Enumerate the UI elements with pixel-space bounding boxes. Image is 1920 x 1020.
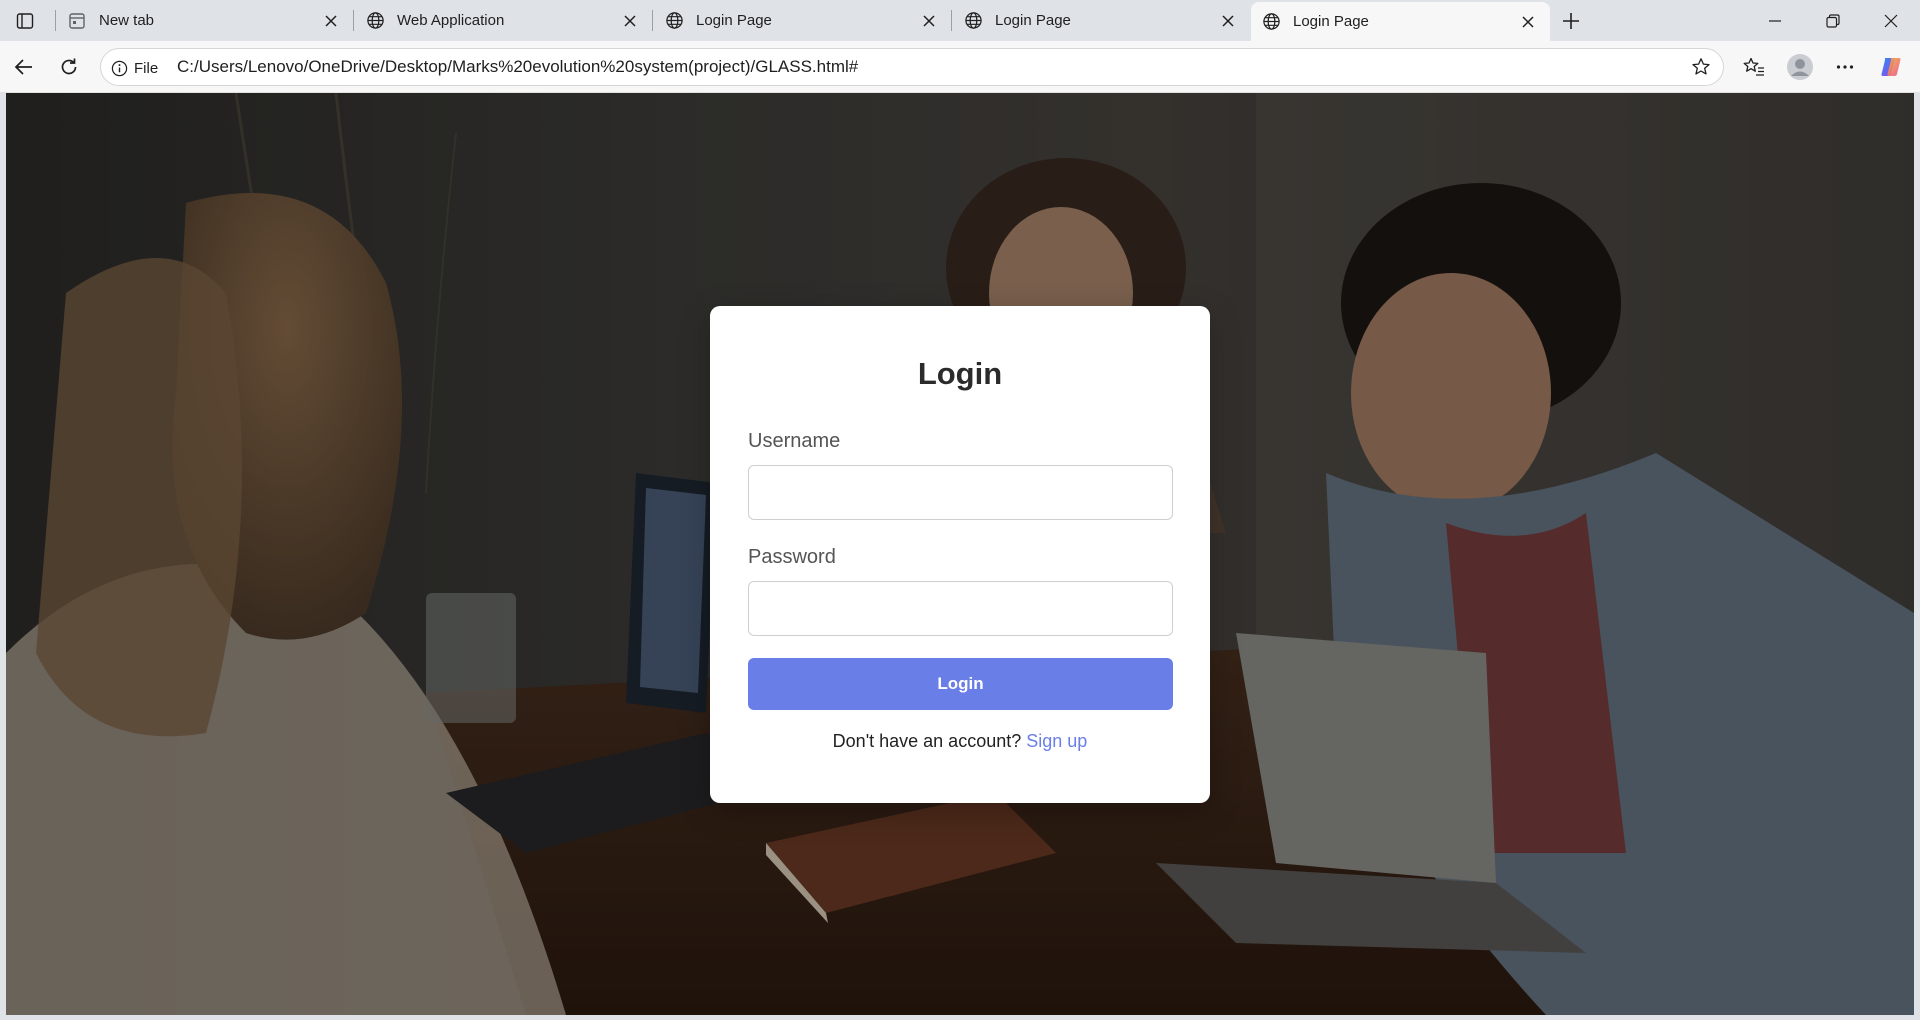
password-input[interactable] bbox=[748, 581, 1173, 636]
plus-icon bbox=[1563, 13, 1579, 29]
tab-login-page[interactable]: Login Page bbox=[953, 4, 1250, 37]
url-text[interactable]: C:/Users/Lenovo/OneDrive/Desktop/Marks%2… bbox=[177, 49, 858, 85]
signup-prompt: Don't have an account? bbox=[832, 731, 1027, 751]
profile-button[interactable] bbox=[1784, 51, 1816, 83]
tab-title: Login Page bbox=[995, 12, 1071, 29]
more-horizontal-icon bbox=[1836, 65, 1854, 69]
tab-separator bbox=[652, 10, 653, 31]
close-tab-icon[interactable] bbox=[321, 11, 341, 31]
info-icon bbox=[111, 60, 128, 76]
username-input[interactable] bbox=[748, 465, 1173, 520]
close-icon bbox=[1884, 14, 1898, 27]
page-viewport: Login Username Password Login Don't have… bbox=[6, 93, 1914, 1015]
tab-actions-icon bbox=[16, 13, 34, 29]
scheme-label: File bbox=[134, 59, 159, 77]
tab-web-application[interactable]: Web Application bbox=[355, 4, 652, 37]
back-button[interactable] bbox=[8, 51, 40, 83]
favorite-button[interactable] bbox=[1687, 53, 1715, 81]
address-bar[interactable]: File C:/Users/Lenovo/OneDrive/Desktop/Ma… bbox=[100, 48, 1724, 86]
login-card: Login Username Password Login Don't have… bbox=[710, 306, 1210, 803]
tab-title: Login Page bbox=[1293, 13, 1369, 30]
close-tab-icon[interactable] bbox=[1518, 12, 1538, 32]
tab-title: Login Page bbox=[696, 12, 772, 29]
globe-icon bbox=[365, 11, 385, 31]
tab-new-tab[interactable]: New tab bbox=[57, 4, 353, 37]
tab-separator bbox=[951, 10, 952, 31]
back-arrow-icon bbox=[14, 59, 32, 75]
username-label: Username bbox=[748, 430, 841, 452]
tab-actions-button[interactable] bbox=[10, 7, 40, 35]
star-icon bbox=[1692, 58, 1710, 75]
site-info-button[interactable]: File bbox=[111, 55, 158, 81]
tab-strip: New tab Web Application Login Page Login… bbox=[0, 0, 1920, 41]
restore-icon bbox=[1826, 13, 1840, 28]
restore-button[interactable] bbox=[1810, 0, 1856, 41]
close-tab-icon[interactable] bbox=[1218, 11, 1238, 31]
new-tab-button[interactable] bbox=[1556, 7, 1586, 35]
reload-icon bbox=[61, 58, 77, 75]
password-label: Password bbox=[748, 546, 836, 568]
signup-row: Don't have an account? Sign up bbox=[710, 731, 1210, 752]
tab-separator bbox=[55, 10, 56, 31]
settings-more-button[interactable] bbox=[1829, 51, 1861, 83]
tab-login-page-active[interactable]: Login Page bbox=[1251, 2, 1550, 41]
login-button[interactable]: Login bbox=[748, 658, 1173, 710]
close-tab-icon[interactable] bbox=[919, 11, 939, 31]
tab-title: New tab bbox=[99, 12, 155, 29]
globe-icon bbox=[1261, 12, 1281, 32]
close-tab-icon[interactable] bbox=[620, 11, 640, 31]
minimize-icon bbox=[1769, 19, 1781, 22]
tab-title: Web Application bbox=[397, 12, 505, 29]
copilot-button[interactable] bbox=[1876, 51, 1908, 83]
signup-link[interactable]: Sign up bbox=[1026, 731, 1087, 751]
favorites-list-icon bbox=[1743, 57, 1764, 76]
login-title: Login bbox=[917, 356, 1003, 391]
tab-separator bbox=[353, 10, 354, 31]
reload-button[interactable] bbox=[53, 51, 85, 83]
tab-login-page[interactable]: Login Page bbox=[654, 4, 951, 37]
avatar bbox=[1787, 54, 1813, 80]
globe-icon bbox=[963, 11, 983, 31]
minimize-button[interactable] bbox=[1752, 0, 1798, 41]
close-window-button[interactable] bbox=[1868, 0, 1914, 41]
browser-toolbar: File C:/Users/Lenovo/OneDrive/Desktop/Ma… bbox=[0, 41, 1920, 93]
favorites-button[interactable] bbox=[1738, 51, 1770, 83]
copilot-icon bbox=[1881, 58, 1901, 76]
newtab-page-icon bbox=[67, 11, 87, 31]
globe-icon bbox=[664, 11, 684, 31]
